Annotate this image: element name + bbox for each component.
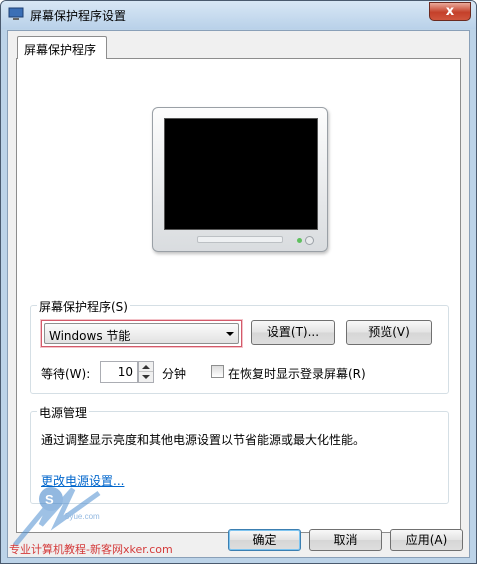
wait-minutes-input[interactable]: 10 (100, 361, 138, 383)
chevron-down-icon (226, 332, 234, 336)
apply-button[interactable]: 应用(A) (390, 529, 463, 551)
power-group-label: 电源管理 (37, 404, 90, 421)
wait-label: 等待(W): (41, 367, 91, 381)
monitor-slot (197, 236, 283, 243)
tab-label: 屏幕保护程序 (24, 43, 97, 57)
monitor-preview (152, 107, 328, 252)
stepper-up-button[interactable] (139, 362, 153, 372)
resume-logon-checkbox[interactable] (211, 365, 224, 378)
watermark-logo-text: 5yue.com (65, 512, 100, 521)
display-properties-icon (8, 7, 24, 20)
wait-minutes-stepper[interactable] (138, 361, 154, 383)
window-title: 屏幕保护程序设置 (30, 9, 127, 23)
title-bar[interactable]: 屏幕保护程序设置 x (1, 1, 476, 29)
minutes-label: 分钟 (162, 367, 187, 381)
arrow-up-icon (142, 365, 150, 369)
stepper-down-button[interactable] (139, 372, 153, 382)
cancel-button[interactable]: 取消 (309, 529, 382, 551)
screensaver-group-label: 屏幕保护程序(S) (37, 298, 130, 315)
close-button[interactable]: x (429, 2, 471, 21)
power-led-icon (297, 238, 302, 243)
preview-button[interactable]: 预览(V) (346, 320, 432, 345)
power-description: 通过调整显示亮度和其他电源设置以节省能源或最大化性能。 (41, 433, 366, 447)
resume-logon-label[interactable]: 在恢复时显示登录屏幕(R) (228, 365, 366, 382)
arrow-down-icon (142, 375, 150, 379)
screensaver-settings-window: 屏幕保护程序设置 x 屏幕保护程序 屏幕保护程序(S) Windows 节能 设… (0, 0, 477, 564)
monitor-power-icon (305, 236, 314, 245)
screensaver-select[interactable]: Windows 节能 (41, 320, 242, 347)
screensaver-selected-value: Windows 节能 (49, 329, 131, 343)
tab-screensaver[interactable]: 屏幕保护程序 (17, 36, 107, 59)
preview-screen (164, 118, 318, 230)
screensaver-select-box[interactable]: Windows 节能 (44, 323, 239, 344)
watermark-logo-icon: S 5yue.com (13, 487, 101, 547)
svg-text:S: S (45, 492, 54, 507)
ok-button[interactable]: 确定 (228, 529, 301, 551)
watermark-text: 专业计算机教程-新客网xker.com (9, 543, 173, 556)
settings-button[interactable]: 设置(T)... (251, 320, 335, 345)
